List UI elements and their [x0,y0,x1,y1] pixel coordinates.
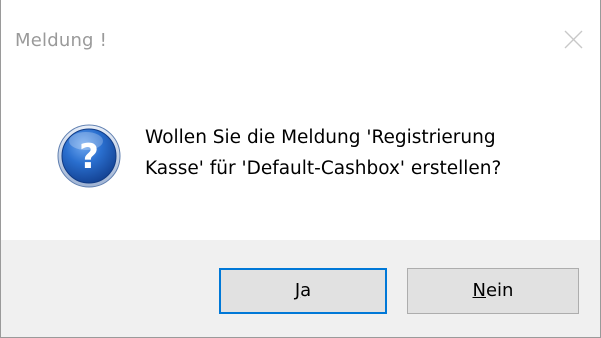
message-text: Wollen Sie die Meldung 'Registrierung Ka… [145,122,575,184]
svg-text:?: ? [79,137,99,177]
yes-label-rest: a [300,280,312,301]
no-label-rest: ein [485,280,514,301]
no-mnemonic: N [472,280,486,301]
close-icon [549,20,593,60]
message-line-1: Wollen Sie die Meldung 'Registrierung [145,127,496,148]
button-bar: Ja Nein [1,240,600,337]
yes-button[interactable]: Ja [219,268,387,314]
title-bar[interactable]: Meldung ! [1,0,600,78]
message-dialog: Meldung ! ? Wollen Sie die Meldung 'Regi… [0,0,601,338]
question-icon: ? [56,123,122,189]
dialog-content: ? Wollen Sie die Meldung 'Registrierung … [1,78,600,240]
yes-mnemonic: J [294,280,301,301]
close-button[interactable] [549,20,593,60]
message-line-2: Kasse' für 'Default-Cashbox' erstellen? [145,158,502,179]
window-title: Meldung ! [15,30,108,51]
no-button[interactable]: Nein [407,268,579,314]
